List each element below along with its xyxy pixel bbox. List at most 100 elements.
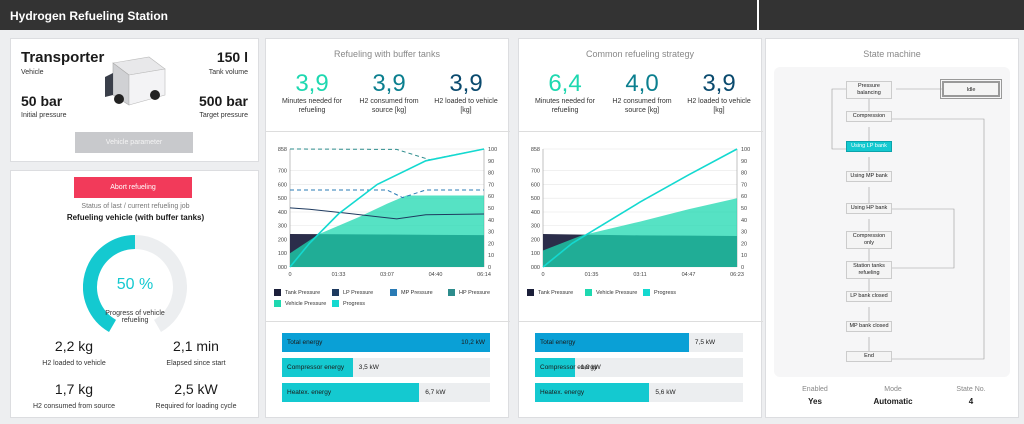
energy-bar-2: Heatex. energy 6,7 kW [282,383,490,402]
x-tick: 0 [541,272,544,278]
y-tick-left: 000 [531,265,540,271]
state-machine-title: State machine [863,49,921,59]
kpi-value: 4,0 [625,70,659,97]
x-tick: 0 [288,272,291,278]
abort-refueling-button[interactable]: Abort refueling [74,177,192,198]
kpi-label: H2 consumed from source [kg] [359,98,419,114]
kpi-label: Minutes needed for refueling [535,98,595,114]
y-tick-right: 40 [741,218,747,224]
state-idle[interactable]: Idle [940,79,1002,99]
chart-legend: Tank Pressure Vehicle Pressure Progress [527,289,757,313]
y-tick-right: 50 [488,206,494,212]
vehicle-card: Transporter Vehicle 150 l Tank volume 50… [10,38,259,162]
kpi-label: H2 loaded to vehicle [kg] [434,98,498,114]
state-using-mp-bank[interactable]: Using MP bank [846,171,892,182]
state-end[interactable]: End [846,351,892,362]
y-tick-right: 20 [741,241,747,247]
y-tick-left: 000 [278,265,287,271]
kpi-value: 3,9 [372,70,406,97]
legend-item: HP Pressure [448,289,490,296]
y-tick-left: 700 [531,169,540,175]
x-tick: 03:07 [380,272,394,278]
y-tick-left: 500 [278,196,287,202]
van-icon [105,56,166,106]
y-tick-left: 858 [531,147,540,153]
legend-item: LP Pressure [332,289,373,296]
y-tick-left: 600 [278,182,287,188]
state-diagram: Pressure balancing Compression Using LP ba… [774,67,1010,377]
panel-title: Refueling with buffer tanks [334,49,440,59]
y-tick-left: 700 [278,169,287,175]
x-tick: 04:40 [429,272,443,278]
vehicle-name: Transporter [21,49,105,66]
state-station-tanks-refueling[interactable]: Station tanks refueling [846,261,892,279]
legend-item: Progress [332,300,365,307]
pressure-chart: 8587006005004003002001000001009080706050… [531,147,750,278]
y-tick-left: 500 [531,196,540,202]
state-compression[interactable]: Compression [846,111,892,122]
stat-h2-consumed: 1,7 kg H2 consumed from source [32,381,116,410]
y-tick-right: 30 [488,230,494,236]
energy-label: Compressor energy [287,364,345,371]
state-using-hp-bank[interactable]: Using HP bank [846,203,892,214]
kpi-value: 6,4 [548,70,582,97]
y-tick-right: 80 [741,171,747,177]
y-tick-right: 100 [741,147,750,153]
y-tick-right: 50 [741,206,747,212]
kpi-1: 4,0 H2 consumed from source [kg] [604,71,680,115]
status-value: Refueling vehicle (with buffer tanks) [66,213,205,222]
state-using-lp-bank[interactable]: Using LP bank [846,141,892,152]
stat-required-power: 2,5 kW Required for loading cycle [155,381,237,410]
energy-value: 3,5 kW [358,364,379,371]
y-tick-right: 10 [488,253,494,259]
legend-item: Tank Pressure [527,289,573,296]
kpi-value: 3,9 [449,70,483,97]
energy-label: Heatex. energy [540,389,585,396]
kpi-1: 3,9 H2 consumed from source [kg] [351,71,427,115]
kpi-label: Minutes needed for refueling [282,98,342,114]
state-mp-bank-closed[interactable]: MP bank closed [846,321,892,332]
y-tick-right: 70 [741,182,747,188]
kpi-label: H2 consumed from source [kg] [612,98,672,114]
x-tick: 01:35 [585,272,599,278]
vehicle-type-label: Vehicle [21,69,44,76]
refueling-card: Abort refueling Status of last / current… [10,170,259,418]
y-tick-left: 300 [278,224,287,230]
energy-value: 5,6 kW [655,389,676,396]
y-tick-left: 200 [531,237,540,243]
vehicle-parameter-button[interactable]: Vehicle parameter [75,132,193,153]
energy-bar-1: Compressor energy 3,5 kW [282,358,490,377]
legend-item: Progress [643,289,676,296]
state-footer-2: State No. 4 [956,386,986,406]
y-tick-right: 40 [488,218,494,224]
initial-pressure: 50 bar [21,93,63,109]
tank-volume-label: Tank volume [208,69,248,76]
y-tick-right: 90 [488,159,494,165]
x-tick: 03:11 [633,272,646,278]
state-lp-bank-closed[interactable]: LP bank closed [846,291,892,302]
app-title: Hydrogen Refueling Station [10,9,169,23]
state-footer-0: Enabled Yes [802,386,828,406]
legend-item: Vehicle Pressure [585,289,637,296]
initial-pressure-label: Initial pressure [21,112,67,119]
x-tick: 01:33 [332,272,346,278]
common-strategy-panel: Common refueling strategy 6,4 Minutes ne… [518,38,763,418]
energy-bar-2: Heatex. energy 5,6 kW [535,383,743,402]
legend-item: Tank Pressure [274,289,320,296]
kpi-label: H2 loaded to vehicle [kg] [687,98,751,114]
legend-item: Vehicle Pressure [274,300,326,307]
y-tick-right: 70 [488,182,494,188]
energy-value: 10,2 kW [461,339,485,346]
state-pressure-balancing[interactable]: Pressure balancing [846,81,892,99]
kpi-2: 3,9 H2 loaded to vehicle [kg] [428,71,504,115]
y-tick-left: 600 [531,182,540,188]
energy-bar-0: Total energy 7,5 kW [535,333,743,352]
y-tick-right: 60 [741,194,747,200]
y-tick-left: 400 [278,210,287,216]
energy-label: Total energy [287,339,323,346]
stat-h2-loaded: 2,2 kg H2 loaded to vehicle [42,338,106,367]
y-tick-right: 60 [488,194,494,200]
y-tick-left: 200 [278,237,287,243]
state-compression-only[interactable]: Compression only [846,231,892,249]
series-vehicle-pressure-area [290,195,484,267]
